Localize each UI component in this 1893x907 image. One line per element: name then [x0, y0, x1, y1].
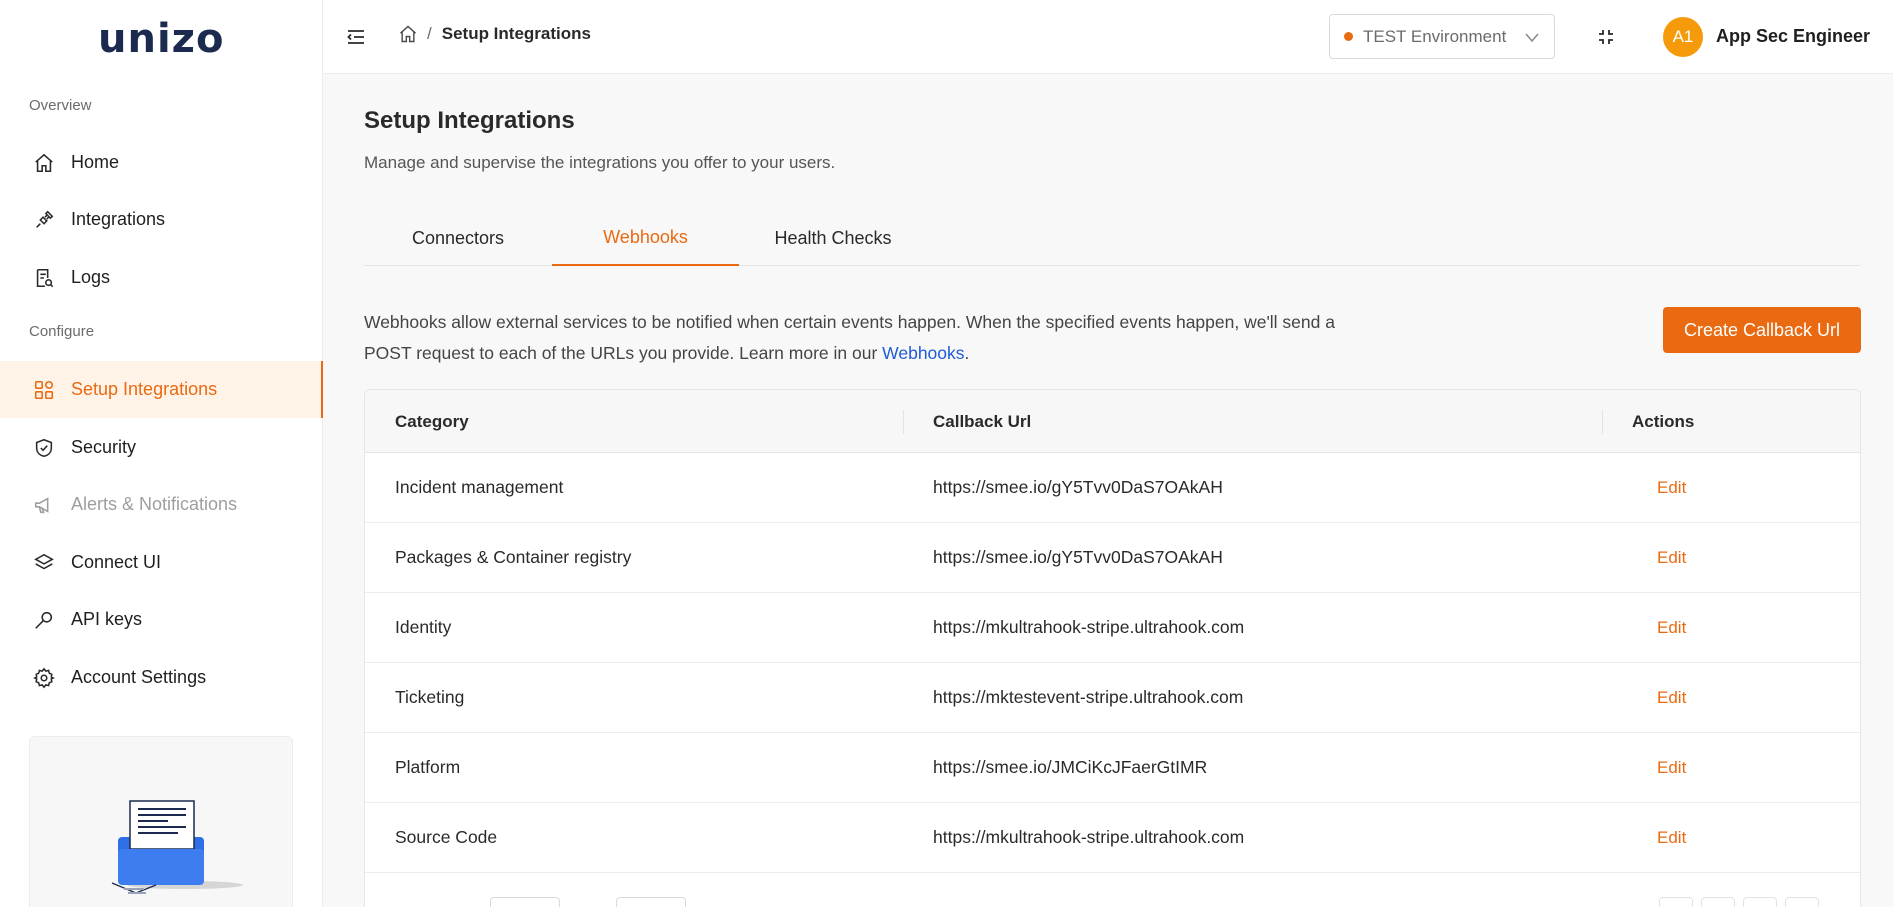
edit-button[interactable]: Edit — [1657, 733, 1686, 802]
chevron-down-icon — [1525, 33, 1539, 43]
user-name[interactable]: App Sec Engineer — [1716, 26, 1870, 47]
webhooks-docs-link[interactable]: Webhooks — [882, 343, 964, 363]
webhooks-description-text: Webhooks allow external services to be n… — [364, 312, 1335, 363]
category-cell: Ticketing — [395, 687, 465, 707]
newsletter-illustration — [111, 800, 243, 894]
shield-icon — [33, 437, 55, 459]
environment-label: TEST Environment — [1363, 26, 1507, 46]
grid-icon — [33, 379, 55, 401]
pagination-prev-button[interactable] — [1701, 897, 1735, 907]
pagination-next-button[interactable] — [1743, 897, 1777, 907]
webhooks-table: Category Callback Url Actions Incident m… — [364, 389, 1861, 907]
rows-per-page-select[interactable] — [490, 897, 560, 907]
callback-url-cell: https://mktestevent-stripe.ultrahook.com — [933, 687, 1244, 707]
callback-url-cell: https://smee.io/JMCiKcJFaerGtIMR — [933, 757, 1208, 777]
sidebar-item-api-keys[interactable]: API keys — [0, 591, 323, 648]
sidebar-item-label: Alerts & Notifications — [71, 494, 238, 514]
sidebar-item-integrations[interactable]: Integrations — [0, 191, 323, 248]
callback-url-cell: https://smee.io/gY5Tvv0DaS7OAkAH — [933, 547, 1223, 567]
menu-collapse-icon[interactable] — [345, 26, 367, 48]
breadcrumb-current: Setup Integrations — [441, 24, 591, 43]
pagination-first-button[interactable] — [1659, 897, 1693, 907]
home-icon — [33, 152, 55, 174]
sidebar-item-label: Setup Integrations — [71, 379, 218, 399]
edit-button[interactable]: Edit — [1657, 523, 1686, 592]
sidebar-item-label: Logs — [71, 267, 111, 287]
sidebar-item-label: Integrations — [71, 209, 166, 229]
edit-button[interactable]: Edit — [1657, 803, 1686, 872]
breadcrumb-separator: / — [427, 24, 432, 43]
unizo-logo[interactable]: unizo — [98, 16, 228, 62]
section-label-overview: Overview — [29, 97, 92, 114]
column-header-callback-url: Callback Url — [933, 411, 1032, 431]
tab-bar: Connectors Webhooks Health Checks — [364, 210, 1860, 266]
tab-webhooks[interactable]: Webhooks — [552, 210, 739, 266]
sidebar-item-setup-integrations[interactable]: Setup Integrations — [0, 361, 323, 418]
sidebar-item-logs[interactable]: Logs — [0, 249, 323, 306]
sidebar-item-label: Home — [71, 152, 120, 172]
sidebar-item-account-settings[interactable]: Account Settings — [0, 649, 323, 706]
plug-icon — [33, 209, 55, 231]
tab-connectors[interactable]: Connectors — [364, 210, 552, 266]
edit-button[interactable]: Edit — [1657, 593, 1686, 662]
callback-url-cell: https://smee.io/gY5Tvv0DaS7OAkAH — [933, 477, 1223, 497]
sidebar-item-home[interactable]: Home — [0, 134, 323, 191]
megaphone-icon — [33, 494, 55, 516]
promo-card — [29, 736, 293, 907]
column-divider — [1602, 410, 1603, 434]
callback-url-cell: https://mkultrahook-stripe.ultrahook.com — [933, 827, 1245, 847]
table-row: Packages & Container registry https://sm… — [365, 523, 1860, 593]
section-label-configure: Configure — [29, 323, 95, 340]
environment-select[interactable]: TEST Environment — [1329, 14, 1555, 59]
page-subtitle: Manage and supervise the integrations yo… — [364, 153, 836, 172]
table-row: Source Code https://mkultrahook-stripe.u… — [365, 803, 1860, 873]
sidebar-item-label: API keys — [71, 609, 143, 629]
category-cell: Packages & Container registry — [395, 547, 632, 567]
column-header-actions: Actions — [1632, 411, 1695, 431]
webhooks-description: Webhooks allow external services to be n… — [364, 307, 1344, 369]
table-row: Incident management https://smee.io/gY5T… — [365, 453, 1860, 523]
sidebar-item-label: Connect UI — [71, 552, 162, 572]
gear-icon — [33, 667, 55, 689]
sidebar: unizo Overview Home Integrations Logs Co… — [0, 0, 323, 907]
webhooks-description-end: . — [964, 343, 970, 363]
pagination-last-button[interactable] — [1785, 897, 1819, 907]
callback-url-cell: https://mkultrahook-stripe.ultrahook.com — [933, 617, 1245, 637]
layers-icon — [33, 552, 55, 574]
breadcrumb: / Setup Integrations — [398, 24, 591, 44]
table-row: Platform https://smee.io/JMCiKcJFaerGtIM… — [365, 733, 1860, 803]
home-icon[interactable] — [398, 24, 418, 44]
edit-button[interactable]: Edit — [1657, 663, 1686, 732]
column-header-category: Category — [395, 411, 469, 431]
category-cell: Identity — [395, 617, 452, 637]
table-row: Ticketing https://mktestevent-stripe.ult… — [365, 663, 1860, 733]
sidebar-item-alerts-notifications[interactable]: Alerts & Notifications — [0, 476, 323, 533]
table-header: Category Callback Url Actions — [365, 390, 1860, 453]
table-row: Identity https://mkultrahook-stripe.ultr… — [365, 593, 1860, 663]
category-cell: Platform — [395, 757, 461, 777]
create-callback-url-button[interactable]: Create Callback Url — [1663, 307, 1861, 353]
category-cell: Source Code — [395, 827, 498, 847]
sidebar-item-connect-ui[interactable]: Connect UI — [0, 534, 323, 591]
key-icon — [33, 609, 55, 631]
category-cell: Incident management — [395, 477, 564, 497]
logs-icon — [33, 267, 55, 289]
top-bar: / Setup Integrations TEST Environment A1… — [323, 0, 1893, 74]
sidebar-item-label: Account Settings — [71, 667, 207, 687]
avatar[interactable]: A1 — [1663, 17, 1703, 57]
tab-health-checks[interactable]: Health Checks — [739, 210, 927, 266]
fullscreen-icon[interactable] — [1595, 26, 1617, 48]
svg-text:unizo: unizo — [98, 16, 224, 60]
sidebar-item-security[interactable]: Security — [0, 419, 323, 476]
column-divider — [903, 410, 904, 434]
environment-status-dot — [1344, 32, 1353, 41]
page-number-input[interactable] — [616, 897, 686, 907]
edit-button[interactable]: Edit — [1657, 453, 1686, 522]
sidebar-item-label: Security — [71, 437, 137, 457]
page-title: Setup Integrations — [364, 107, 575, 134]
